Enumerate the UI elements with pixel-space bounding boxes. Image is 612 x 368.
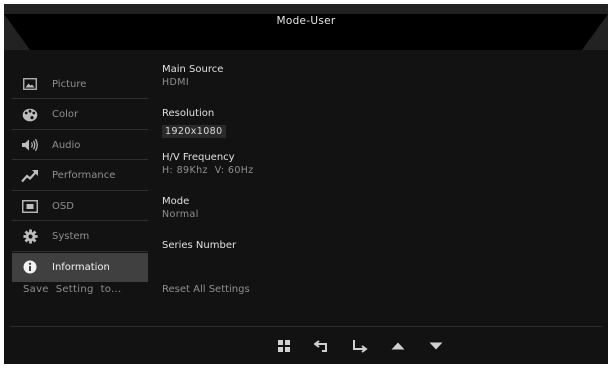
info-icon xyxy=(21,258,39,276)
resolution-info: Resolution 1920x1080 xyxy=(162,108,226,138)
menu-item-osd[interactable]: OSD xyxy=(12,192,148,221)
down-triangle-icon[interactable] xyxy=(426,336,446,356)
menu-item-audio[interactable]: Audio xyxy=(12,131,148,160)
picture-icon xyxy=(21,75,39,93)
menu-item-label: Performance xyxy=(52,170,116,181)
osd-icon xyxy=(21,197,39,215)
navigation-bar xyxy=(274,335,464,357)
main-source-value: HDMI xyxy=(162,77,190,88)
menu-item-label: System xyxy=(52,231,90,242)
gear-icon xyxy=(21,228,39,246)
series-number-info: Series Number xyxy=(162,240,236,253)
trend-up-icon xyxy=(21,167,39,185)
resolution-label: Resolution xyxy=(162,108,215,119)
menu-item-color[interactable]: Color xyxy=(12,101,148,130)
title-tab: Mode-User xyxy=(4,4,608,50)
menu-item-performance[interactable]: Performance xyxy=(12,162,148,191)
main-source-info: Main Source HDMI xyxy=(162,64,223,88)
frequency-value: H: 89Khz V: 60Hz xyxy=(162,165,254,176)
resolution-value: 1920x1080 xyxy=(162,125,226,138)
menu-item-label: Picture xyxy=(52,78,87,90)
menu-item-picture[interactable]: Picture xyxy=(12,70,148,99)
frequency-info: H/V Frequency H: 89Khz V: 60Hz xyxy=(162,152,254,176)
mode-value: Normal xyxy=(162,209,199,220)
menu-grid-icon[interactable] xyxy=(274,336,294,356)
bottom-divider xyxy=(10,326,602,327)
osd-window: Mode-User Picture Color Audio Performanc… xyxy=(4,4,608,364)
up-triangle-icon[interactable] xyxy=(388,336,408,356)
mode-title: Mode-User xyxy=(276,15,336,27)
menu-item-label: OSD xyxy=(52,200,74,212)
sidebar-menu: Picture Color Audio Performance OSD Syst… xyxy=(12,70,148,284)
mode-label: Mode xyxy=(162,196,190,207)
main-source-label: Main Source xyxy=(162,64,224,75)
mode-info: Mode Normal xyxy=(162,196,199,220)
save-setting-to-button[interactable]: Save Setting to... xyxy=(23,284,121,295)
palette-icon xyxy=(21,106,39,124)
menu-item-label: Information xyxy=(52,261,110,273)
menu-item-system[interactable]: System xyxy=(12,223,148,252)
menu-item-label: Audio xyxy=(52,139,81,151)
reset-all-settings-button[interactable]: Reset All Settings xyxy=(162,284,250,295)
speaker-icon xyxy=(21,136,39,154)
back-arrow-icon[interactable] xyxy=(312,336,332,356)
series-number-label: Series Number xyxy=(162,240,237,251)
enter-arrow-icon[interactable] xyxy=(350,336,370,356)
menu-item-label: Color xyxy=(52,109,79,120)
menu-item-information[interactable]: Information xyxy=(12,253,148,282)
frequency-label: H/V Frequency xyxy=(162,152,235,163)
